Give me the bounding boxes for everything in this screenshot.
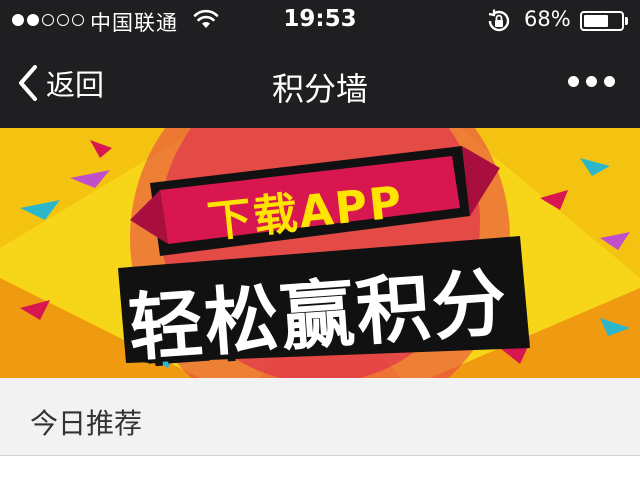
page-title: 积分墙 (271, 70, 368, 108)
orientation-lock-icon (488, 9, 510, 32)
battery-fill (584, 15, 608, 27)
nav-bar: 返回 积分墙 (0, 40, 640, 128)
section-title: 今日推荐 (30, 407, 143, 440)
recommendation-list (0, 456, 640, 487)
section-header: 今日推荐 (0, 378, 640, 456)
status-bar: 中国联通 19:53 68% (0, 0, 640, 40)
battery-tip (625, 17, 628, 25)
promo-banner[interactable]: 下载APP 轻松赢积分 (0, 128, 640, 378)
top-bar: 中国联通 19:53 68% 返回 积分墙 (0, 0, 640, 128)
battery-percent: 68% (524, 7, 571, 31)
more-dots-icon[interactable] (568, 76, 615, 87)
battery-icon (580, 11, 624, 31)
